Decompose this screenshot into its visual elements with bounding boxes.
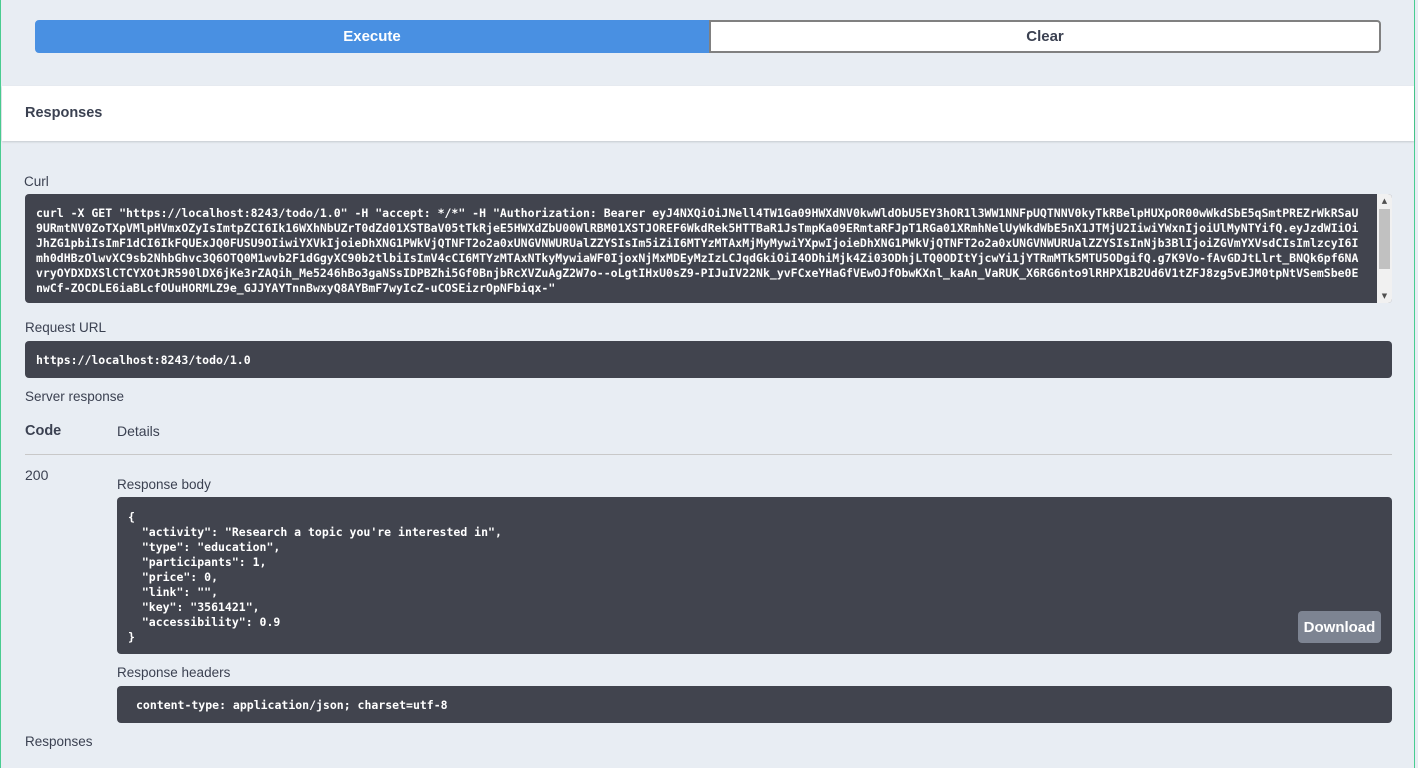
curl-command-text[interactable]: curl -X GET "https://localhost:8243/todo… bbox=[36, 206, 1362, 296]
clear-button[interactable]: Clear bbox=[709, 20, 1381, 53]
response-body-label: Response body bbox=[117, 477, 211, 492]
execute-button[interactable]: Execute bbox=[35, 20, 709, 53]
scroll-down-arrow-icon[interactable]: ▼ bbox=[1377, 290, 1392, 302]
scroll-up-arrow-icon[interactable]: ▲ bbox=[1377, 195, 1392, 207]
curl-label: Curl bbox=[24, 174, 49, 189]
table-divider bbox=[25, 454, 1392, 455]
responses-list-title: Responses bbox=[25, 734, 93, 749]
response-body-text[interactable]: { "activity": "Research a topic you're i… bbox=[128, 510, 1381, 645]
response-headers-text[interactable]: content-type: application/json; charset=… bbox=[136, 698, 448, 712]
request-url-box[interactable]: https://localhost:8243/todo/1.0 bbox=[25, 341, 1392, 378]
code-column-header: Code bbox=[25, 423, 62, 439]
response-headers-box[interactable]: content-type: application/json; charset=… bbox=[117, 686, 1392, 723]
responses-section-header: Responses bbox=[2, 86, 1414, 141]
server-response-label: Server response bbox=[25, 389, 125, 404]
curl-code-box[interactable]: curl -X GET "https://localhost:8243/todo… bbox=[25, 194, 1392, 303]
operation-panel: Execute Clear Responses Curl curl -X GET… bbox=[0, 0, 1415, 768]
request-url-label: Request URL bbox=[25, 320, 107, 335]
download-button[interactable]: Download bbox=[1298, 611, 1381, 643]
button-row: Execute Clear bbox=[35, 20, 1381, 53]
responses-title: Responses bbox=[25, 105, 103, 121]
details-column-header: Details bbox=[117, 423, 160, 439]
response-headers-label: Response headers bbox=[117, 665, 231, 680]
response-body-box[interactable]: { "activity": "Research a topic you're i… bbox=[117, 497, 1392, 654]
curl-scrollbar[interactable]: ▲ ▼ bbox=[1377, 194, 1392, 303]
scrollbar-thumb[interactable] bbox=[1379, 209, 1390, 269]
response-status-code: 200 bbox=[25, 467, 49, 483]
request-url-value[interactable]: https://localhost:8243/todo/1.0 bbox=[36, 353, 251, 367]
